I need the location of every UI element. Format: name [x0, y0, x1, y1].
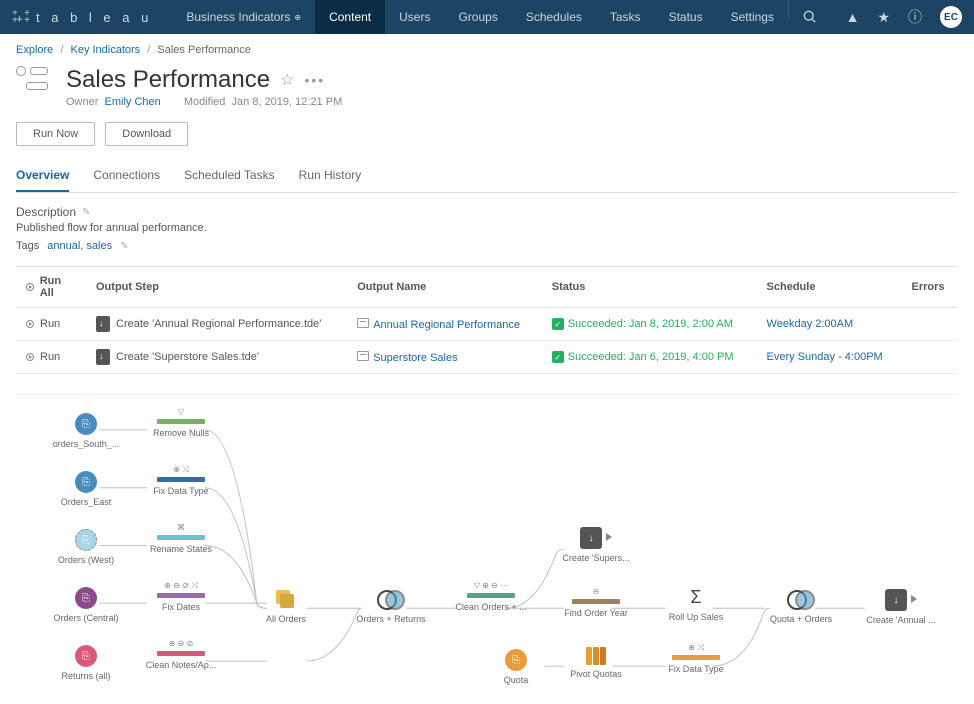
col-status[interactable]: Status: [542, 267, 757, 308]
node-rename-states[interactable]: ⌘ Rename States: [141, 523, 221, 554]
status-link[interactable]: Succeeded: Jan 8, 2019, 2:00 AM: [568, 318, 733, 330]
output-icon: ↓: [885, 589, 907, 611]
nav-users[interactable]: Users: [385, 0, 444, 34]
tab-overview[interactable]: Overview: [16, 160, 69, 192]
node-clean-notes[interactable]: ⊕ ⊖ ⊘ Clean Notes/Ap...: [141, 639, 221, 670]
modified-label: Modified: [184, 96, 226, 108]
table-row: Run Create 'Superstore Sales.tde' Supers…: [16, 341, 958, 374]
nav-groups[interactable]: Groups: [444, 0, 511, 34]
owner-link[interactable]: Emily Chen: [105, 96, 161, 108]
search-icon: [803, 10, 817, 24]
flow-graph[interactable]: ⎘ orders_South_... ⎘ Orders_East ⎘ Order…: [16, 394, 958, 694]
table-row: Run Create 'Annual Regional Performance.…: [16, 308, 958, 341]
play-icon[interactable]: [911, 595, 917, 603]
join-icon: [377, 590, 405, 610]
favorite-toggle[interactable]: ☆: [280, 70, 294, 90]
nav-status[interactable]: Status: [655, 0, 717, 34]
col-output-name[interactable]: Output Name: [347, 267, 542, 308]
nav-content[interactable]: Content: [315, 0, 385, 34]
chevron-down-icon: ⊕: [294, 13, 301, 22]
tag-sales[interactable]: sales: [86, 240, 112, 252]
node-quota-orders[interactable]: Quota + Orders: [761, 590, 841, 624]
tag-annual[interactable]: annual: [47, 240, 80, 252]
node-orders-east[interactable]: ⎘ Orders_East: [46, 471, 126, 507]
union-icon: [276, 590, 296, 610]
run-now-button[interactable]: Run Now: [16, 122, 95, 146]
node-clean-orders[interactable]: ▽ ⊕ ⊖ ⋯ Clean Orders + ...: [451, 581, 531, 612]
col-output-step[interactable]: Output Step: [86, 267, 347, 308]
node-create-supers[interactable]: ↓ Create 'Supers...: [556, 527, 636, 563]
aggregate-icon: Σ: [656, 587, 736, 608]
breadcrumb-explore[interactable]: Explore: [16, 44, 53, 56]
node-create-annual[interactable]: ↓ Create 'Annual ...: [861, 589, 941, 625]
node-orders-central[interactable]: ⎘ Orders (Central): [46, 587, 126, 623]
join-icon: [787, 590, 815, 610]
schedule-link[interactable]: Every Sunday - 4:00PM: [767, 351, 883, 363]
workspace-selector[interactable]: Business Indicators ⊕: [172, 0, 315, 34]
page-title: Sales Performance: [66, 66, 270, 94]
run-all-label[interactable]: Run All: [40, 275, 76, 299]
logo-text: t a b l e a u: [36, 10, 152, 25]
success-icon: ✓: [552, 318, 564, 330]
node-all-orders[interactable]: All Orders: [246, 590, 326, 624]
node-fix-data-type[interactable]: ⊕ ⤨ Fix Data Type: [141, 465, 221, 496]
description-text: Published flow for annual performance.: [16, 222, 958, 234]
node-fix-data-type-2[interactable]: ⊕ ⤨ Fix Data Type: [656, 643, 736, 674]
datasource-icon: [357, 318, 369, 328]
search-button[interactable]: [789, 0, 831, 34]
tab-run-history[interactable]: Run History: [299, 160, 362, 192]
node-orders-west[interactable]: ⎘ Orders (West): [46, 529, 126, 565]
output-link[interactable]: Annual Regional Performance: [373, 319, 520, 331]
user-avatar[interactable]: EC: [940, 6, 962, 28]
flow-icon: [16, 66, 52, 94]
modified-value: Jan 8, 2019, 12:21 PM: [232, 96, 343, 108]
logo[interactable]: + + + + + t a b l e a u: [12, 8, 152, 26]
breadcrumb: Explore / Key Indicators / Sales Perform…: [16, 44, 958, 56]
col-schedule[interactable]: Schedule: [757, 267, 902, 308]
datasource-icon: [357, 351, 369, 361]
col-errors[interactable]: Errors: [902, 267, 958, 308]
info-icon[interactable]: ⓘ: [908, 7, 922, 27]
node-pivot-quotas[interactable]: Pivot Quotas: [556, 647, 636, 679]
play-icon[interactable]: [606, 533, 612, 541]
schedule-link[interactable]: Weekday 2:00AM: [767, 318, 854, 330]
output-file-icon: [96, 316, 110, 332]
pivot-icon: [556, 647, 636, 665]
status-link[interactable]: Succeeded: Jan 6, 2019, 4:00 PM: [568, 351, 734, 363]
tab-scheduled-tasks[interactable]: Scheduled Tasks: [184, 160, 275, 192]
breadcrumb-current: Sales Performance: [157, 44, 251, 56]
output-file-icon: [96, 349, 110, 365]
node-fix-dates[interactable]: ⊕ ⊖ ⊘ ⤨ Fix Dates: [141, 581, 221, 612]
run-all-icon[interactable]: [26, 283, 34, 291]
tags-label: Tags: [16, 240, 39, 252]
node-find-order-year[interactable]: ⊖ Find Order Year: [556, 587, 636, 618]
output-icon: ↓: [580, 527, 602, 549]
tab-connections[interactable]: Connections: [93, 160, 160, 192]
owner-label: Owner: [66, 96, 98, 108]
node-returns[interactable]: ⎘ Returns (all): [46, 645, 126, 681]
favorites-icon[interactable]: ★: [877, 9, 890, 26]
node-orders-south[interactable]: ⎘ orders_South_...: [46, 413, 126, 449]
nav-tasks[interactable]: Tasks: [596, 0, 655, 34]
nav-schedules[interactable]: Schedules: [512, 0, 596, 34]
node-remove-nulls[interactable]: ▽ Remove Nulls: [141, 407, 221, 438]
success-icon: ✓: [552, 351, 564, 363]
nav-settings[interactable]: Settings: [717, 0, 788, 34]
download-button[interactable]: Download: [105, 122, 188, 146]
run-row-icon[interactable]: [26, 320, 34, 328]
run-row-icon[interactable]: [26, 353, 34, 361]
node-orders-returns[interactable]: Orders + Returns: [351, 590, 431, 624]
output-link[interactable]: Superstore Sales: [373, 352, 457, 364]
node-roll-up-sales[interactable]: Σ Roll Up Sales: [656, 587, 736, 622]
more-actions[interactable]: •••: [304, 72, 325, 88]
alerts-icon[interactable]: ▲: [846, 9, 860, 25]
edit-tags-icon[interactable]: ✎: [120, 241, 128, 252]
node-quota[interactable]: ⎘ Quota: [476, 649, 556, 685]
edit-description-icon[interactable]: ✎: [82, 207, 90, 218]
description-label: Description: [16, 205, 76, 219]
breadcrumb-key-indicators[interactable]: Key Indicators: [70, 44, 140, 56]
